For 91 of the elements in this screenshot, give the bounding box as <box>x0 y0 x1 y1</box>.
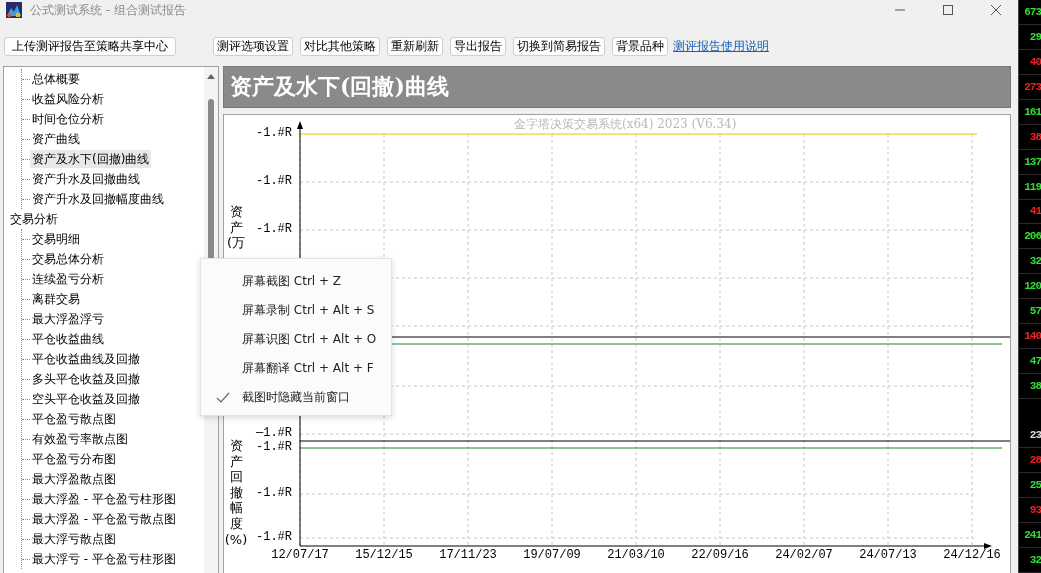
tree-item[interactable]: 资产曲线 <box>30 130 82 148</box>
quote-value: 40 <box>1029 55 1041 68</box>
quote-value: 140 <box>1024 330 1041 343</box>
toolbar-button[interactable]: 背景品种 <box>612 36 668 56</box>
y-tick-label: -1.#R <box>256 530 292 544</box>
y-axis-title: 资产(万 <box>225 203 247 252</box>
menu-item[interactable]: 屏幕截图 Ctrl + Z <box>201 267 391 296</box>
y-tick-label: -1.#R <box>256 174 292 188</box>
x-tick-label: 19/07/09 <box>522 548 582 562</box>
y-tick-label: —1.#R <box>256 426 292 440</box>
x-tick-label: 15/12/15 <box>354 548 414 562</box>
tree-item[interactable]: 总体概要 <box>30 70 82 88</box>
chart-watermark: 金字塔决策交易系统(x64) 2023 (V6.34) <box>514 116 737 133</box>
toolbar-button[interactable]: 重新刷新 <box>387 36 443 56</box>
y-axis-title: 资产回撤幅度(%) <box>224 437 248 549</box>
menu-item-label: 屏幕翻译 Ctrl + Alt + F <box>242 360 374 377</box>
menu-item-label: 屏幕识图 Ctrl + Alt + O <box>242 331 377 348</box>
app-icon <box>6 2 22 18</box>
tree-item[interactable]: 有效盈亏率散点图 <box>30 430 130 448</box>
scroll-up-icon[interactable] <box>207 74 215 79</box>
tree-item[interactable]: 空头平仓收益及回撤 <box>30 390 142 408</box>
y-tick-label: -1.#R <box>256 440 292 454</box>
menu-item[interactable]: 屏幕识图 Ctrl + Alt + O <box>201 325 391 354</box>
menu-item-label: 屏幕录制 Ctrl + Alt + S <box>242 302 375 319</box>
tree-item[interactable]: 离群交易 <box>30 290 82 308</box>
quote-value: 137 <box>1024 155 1041 168</box>
tree-item[interactable]: 最大浮盈散点图 <box>30 470 118 488</box>
tree-item[interactable]: 多头平仓收益及回撤 <box>30 370 142 388</box>
y-tick-label: -1.#R <box>256 486 292 500</box>
tree-item[interactable]: 交易分析 <box>10 209 58 229</box>
quote-value: 119 <box>1024 180 1041 193</box>
quote-value: 206 <box>1024 230 1041 243</box>
menu-item[interactable]: 屏幕录制 Ctrl + Alt + S <box>201 296 391 325</box>
toolbar-button[interactable]: 测评选项设置 <box>213 36 293 56</box>
quote-value: 23 <box>1029 429 1041 442</box>
tree-item[interactable]: 平仓收益曲线及回撤 <box>30 350 142 368</box>
help-link[interactable]: 测评报告使用说明 <box>673 37 769 55</box>
x-tick-label: 24/02/07 <box>774 548 834 562</box>
menu-item[interactable]: 屏幕翻译 Ctrl + Alt + F <box>201 354 391 383</box>
quote-value: 32 <box>1029 553 1041 566</box>
close-icon[interactable] <box>990 4 1002 16</box>
tree-item[interactable]: 平仓盈亏散点图 <box>30 410 118 428</box>
quote-value: 32 <box>1029 255 1041 268</box>
y-tick-label: -1.#R <box>256 126 292 140</box>
quote-value: 161 <box>1024 105 1041 118</box>
x-tick-label: 17/11/23 <box>438 548 498 562</box>
tree-item[interactable]: 最大浮亏 - 平仓盈亏柱形图 <box>30 550 178 568</box>
tree-item[interactable]: 资产升水及回撤曲线 <box>30 170 142 188</box>
menu-item-label: 屏幕截图 Ctrl + Z <box>242 273 342 290</box>
quote-value: 38 <box>1029 130 1041 143</box>
tree-item[interactable]: 最大浮亏散点图 <box>30 530 118 548</box>
toolbar-button[interactable]: 对比其他策略 <box>300 36 380 56</box>
tree-item[interactable]: 交易总体分析 <box>30 250 106 268</box>
window-title: 公式测试系统 - 组合测试报告 <box>30 1 186 19</box>
x-tick-label: 22/09/16 <box>690 548 750 562</box>
quote-value: 28 <box>1029 454 1041 467</box>
tree-item[interactable]: 连续盈亏分析 <box>30 270 106 288</box>
quote-value: 47 <box>1029 355 1041 368</box>
tree-item[interactable]: 平仓盈亏分布图 <box>30 450 118 468</box>
menu-item[interactable]: 截图时隐藏当前窗口 <box>201 383 391 412</box>
tree-item[interactable]: 交易明细 <box>30 230 82 248</box>
x-tick-label: 21/03/10 <box>606 548 666 562</box>
quote-value: 57 <box>1029 305 1041 318</box>
quote-value: 38 <box>1029 380 1041 393</box>
maximize-icon[interactable] <box>942 4 954 16</box>
tree-item[interactable]: 资产及水下(回撤)曲线 <box>30 150 152 168</box>
tree-item[interactable]: 资产升水及回撤幅度曲线 <box>30 190 166 208</box>
x-tick-label: 12/07/17 <box>270 548 330 562</box>
tree-item[interactable]: 最大浮盈 - 平仓盈亏柱形图 <box>30 490 178 508</box>
toolbar-button[interactable]: 导出报告 <box>450 36 506 56</box>
quote-value: 673 <box>1024 5 1041 18</box>
scroll-thumb[interactable] <box>208 99 214 259</box>
tree-item[interactable]: 最大浮盈 - 平仓盈亏散点图 <box>30 510 178 528</box>
quote-value: 93 <box>1029 504 1041 517</box>
x-tick-label: 24/07/13 <box>858 548 918 562</box>
quote-value: 273 <box>1024 80 1041 93</box>
quote-value: 241 <box>1024 529 1041 541</box>
menu-item-label: 截图时隐藏当前窗口 <box>242 389 350 406</box>
toolbar-button[interactable]: 上传测评报告至策略共享中心 <box>4 36 176 56</box>
quote-value: 120 <box>1024 280 1041 293</box>
quote-value: 25 <box>1029 479 1041 492</box>
quote-value: 41 <box>1029 205 1041 218</box>
tree-item[interactable]: 收益风险分析 <box>30 90 106 108</box>
toolbar-button[interactable]: 切换到简易报告 <box>513 36 605 56</box>
tree-item[interactable]: 时间仓位分析 <box>30 110 106 128</box>
tree-item[interactable]: 最大浮盈浮亏 <box>30 310 106 328</box>
tree-item[interactable]: 平仓收益曲线 <box>30 330 106 348</box>
quote-value: 29 <box>1029 30 1041 43</box>
y-tick-label: -1.#R <box>256 222 292 236</box>
x-tick-label: 24/12/16 <box>942 548 1002 562</box>
section-title: 资产及水下(回撤)曲线 <box>230 72 449 101</box>
